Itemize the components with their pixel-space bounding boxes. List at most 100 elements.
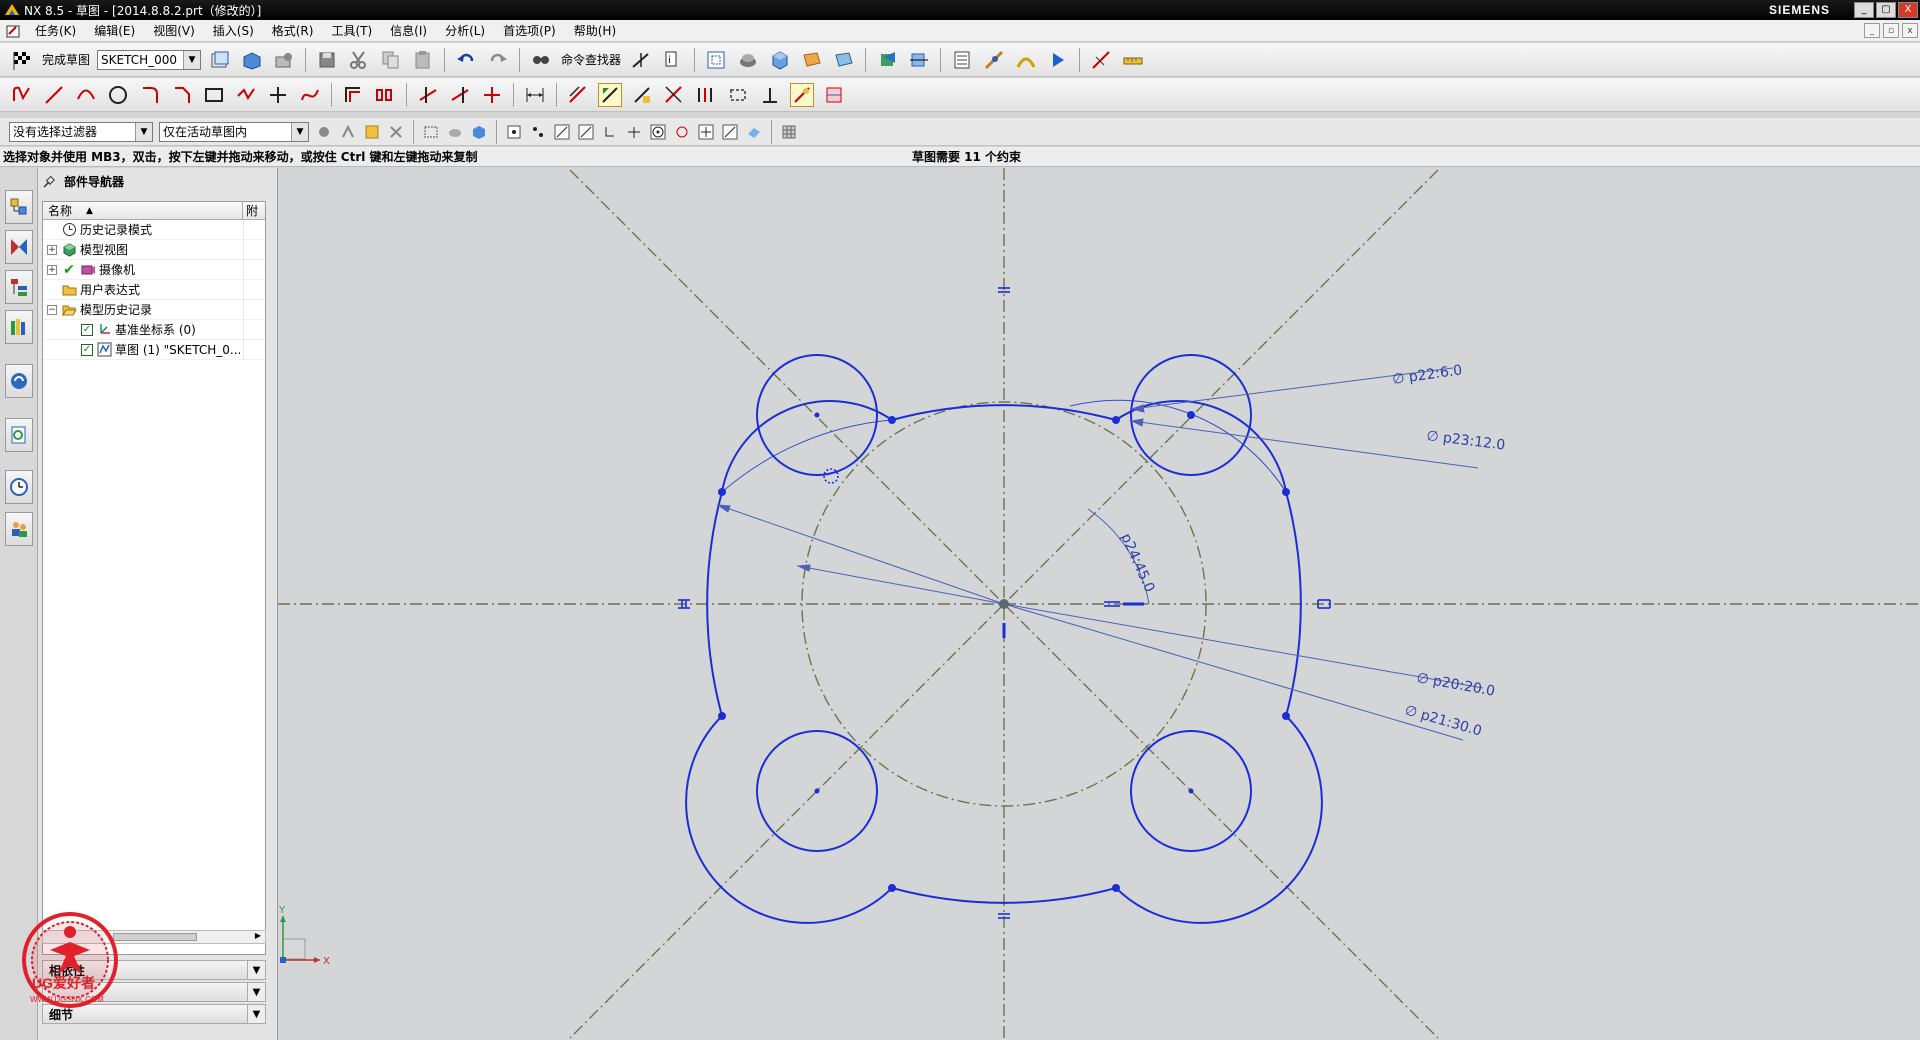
center-point[interactable]	[1188, 788, 1194, 794]
command-finder-icon[interactable]	[529, 48, 553, 72]
center-point[interactable]	[814, 412, 820, 418]
line-icon[interactable]	[42, 83, 66, 107]
alternate-solution-icon[interactable]	[758, 83, 782, 107]
menu-format[interactable]: 格式(R)	[263, 22, 323, 39]
auto-dimension-icon[interactable]	[662, 83, 686, 107]
select-body-icon[interactable]	[470, 123, 488, 141]
auto-constrain-icon[interactable]	[598, 82, 622, 107]
make-corner-icon[interactable]	[480, 83, 504, 107]
hd3d-tools-tab[interactable]	[5, 364, 33, 398]
orient-to-sketch-icon[interactable]	[208, 48, 232, 72]
tree-node-history-mode[interactable]: 历史记录模式	[43, 220, 265, 240]
tree-node-model-views[interactable]: + 模型视图	[43, 240, 265, 260]
pattern-curve-icon[interactable]	[373, 83, 397, 107]
sketch-name-select[interactable]: SKETCH_000 ▼	[97, 49, 202, 70]
graphics-window[interactable]: ∅ p22:6.0 ∅ p23:12.0 p24:45.0 ∅ p20:20.0…	[278, 168, 1920, 1040]
snap-point-icon[interactable]	[629, 48, 653, 72]
chamfer-icon[interactable]	[170, 83, 194, 107]
restore-button[interactable]: ▢	[1876, 2, 1896, 18]
snap-point-on-surface-icon[interactable]	[745, 123, 763, 141]
filter-reset-icon[interactable]	[315, 123, 333, 141]
close-button[interactable]: X	[1898, 2, 1918, 18]
point-icon[interactable]	[266, 83, 290, 107]
update-model-icon[interactable]	[272, 48, 296, 72]
menu-edit[interactable]: 编辑(E)	[85, 22, 144, 39]
quick-trim-icon[interactable]	[416, 83, 440, 107]
endpoint-marker[interactable]	[1112, 884, 1120, 892]
web-browser-tab[interactable]	[5, 418, 33, 452]
dimension-label-p20[interactable]: ∅ p20:20.0	[1415, 670, 1496, 700]
layer-settings-icon[interactable]	[800, 48, 824, 72]
tree-node-cameras[interactable]: + ✔ 摄像机	[43, 260, 265, 280]
minimize-button[interactable]: _	[1854, 2, 1874, 18]
grid-icon[interactable]	[780, 123, 798, 141]
menu-insert[interactable]: 插入(S)	[204, 22, 263, 39]
part-navigator-tab[interactable]	[5, 270, 33, 304]
visibility-checkbox[interactable]: ✓	[81, 343, 93, 356]
circle-icon[interactable]	[106, 83, 130, 107]
navigator-tree[interactable]: 名称 ▲ 附 历史记录模式 + 模型视图 + ✔ 摄像机 用户表达式 − 模型历…	[42, 201, 266, 955]
snap-midpoint-icon[interactable]	[529, 123, 547, 141]
snap-control-icon[interactable]	[601, 123, 619, 141]
save-icon[interactable]	[315, 48, 339, 72]
convert-reference-icon[interactable]	[726, 83, 750, 107]
chevron-down-icon[interactable]: ▼	[291, 122, 308, 141]
undo-icon[interactable]	[454, 48, 478, 72]
menu-information[interactable]: 信息(I)	[381, 22, 436, 39]
endpoint-marker[interactable]	[888, 884, 896, 892]
constraint-navigator-tab[interactable]	[5, 230, 33, 264]
relations-browser-icon[interactable]	[694, 83, 718, 107]
selection-scope-select[interactable]: 仅在活动草图内 ▼	[159, 121, 309, 142]
chevron-down-icon[interactable]: ▼	[247, 983, 265, 1001]
doc-close-button[interactable]: x	[1902, 23, 1918, 38]
chevron-down-icon[interactable]: ▼	[183, 50, 201, 69]
endpoint-marker[interactable]	[888, 416, 896, 424]
rectangle-select-icon[interactable]	[422, 123, 440, 141]
reattach-icon[interactable]	[240, 48, 264, 72]
command-finder-label[interactable]: 命令查找器	[561, 51, 621, 68]
profile-icon[interactable]	[10, 83, 34, 107]
finish-sketch-icon[interactable]	[10, 48, 34, 72]
measure-icon[interactable]	[982, 48, 1006, 72]
part-list-icon[interactable]	[950, 48, 974, 72]
fillet-icon[interactable]	[138, 83, 162, 107]
chevron-down-icon[interactable]: ▼	[247, 961, 265, 979]
name-column-header[interactable]: 名称 ▲	[43, 202, 243, 219]
pin-icon[interactable]	[42, 175, 56, 189]
endpoint-marker[interactable]	[718, 488, 726, 496]
spline-icon[interactable]	[298, 83, 322, 107]
menu-analysis[interactable]: 分析(L)	[436, 22, 494, 39]
endpoint-marker[interactable]	[1112, 416, 1120, 424]
geometric-constraints-icon[interactable]	[566, 83, 590, 107]
menu-tools[interactable]: 工具(T)	[322, 22, 381, 39]
information-icon[interactable]: i	[661, 48, 685, 72]
dimension-label-p23[interactable]: ∅ p23:12.0	[1426, 428, 1507, 454]
tree-node-user-expressions[interactable]: 用户表达式	[43, 280, 265, 300]
dimension-leader[interactable]	[797, 565, 1005, 605]
fit-view-icon[interactable]	[704, 48, 728, 72]
snap-line-end-icon[interactable]	[553, 123, 571, 141]
attached-column-header[interactable]: 附	[243, 202, 265, 219]
snap-endpoint-icon[interactable]	[505, 123, 523, 141]
roles-tab[interactable]	[5, 512, 33, 546]
arc-icon[interactable]	[74, 83, 98, 107]
menu-view[interactable]: 视图(V)	[144, 22, 204, 39]
layer-visible-icon[interactable]	[832, 48, 856, 72]
endpoint-marker[interactable]	[1282, 488, 1290, 496]
animate-dimension-icon[interactable]	[790, 82, 814, 107]
ruler-icon[interactable]	[1121, 48, 1145, 72]
menu-task[interactable]: 任务(K)	[26, 22, 85, 39]
tree-node-datum-csys[interactable]: ✓ 基准坐标系 (0)	[43, 320, 265, 340]
sketch-task-icon[interactable]	[6, 23, 22, 39]
dimension-label-p22[interactable]: ∅ p22:6.0	[1391, 362, 1463, 388]
center-point[interactable]	[814, 788, 820, 794]
assembly-navigator-tab[interactable]	[5, 190, 33, 224]
select-all-icon[interactable]	[363, 123, 381, 141]
cut-icon[interactable]	[347, 48, 371, 72]
dimension-leader[interactable]	[717, 504, 1005, 605]
redo-icon[interactable]	[486, 48, 510, 72]
chevron-down-icon[interactable]: ▼	[135, 122, 152, 141]
doc-restore-button[interactable]: ▫	[1883, 23, 1899, 38]
type-filter-select[interactable]: 没有选择过滤器 ▼	[9, 121, 153, 142]
rendering-style-icon[interactable]	[736, 48, 760, 72]
